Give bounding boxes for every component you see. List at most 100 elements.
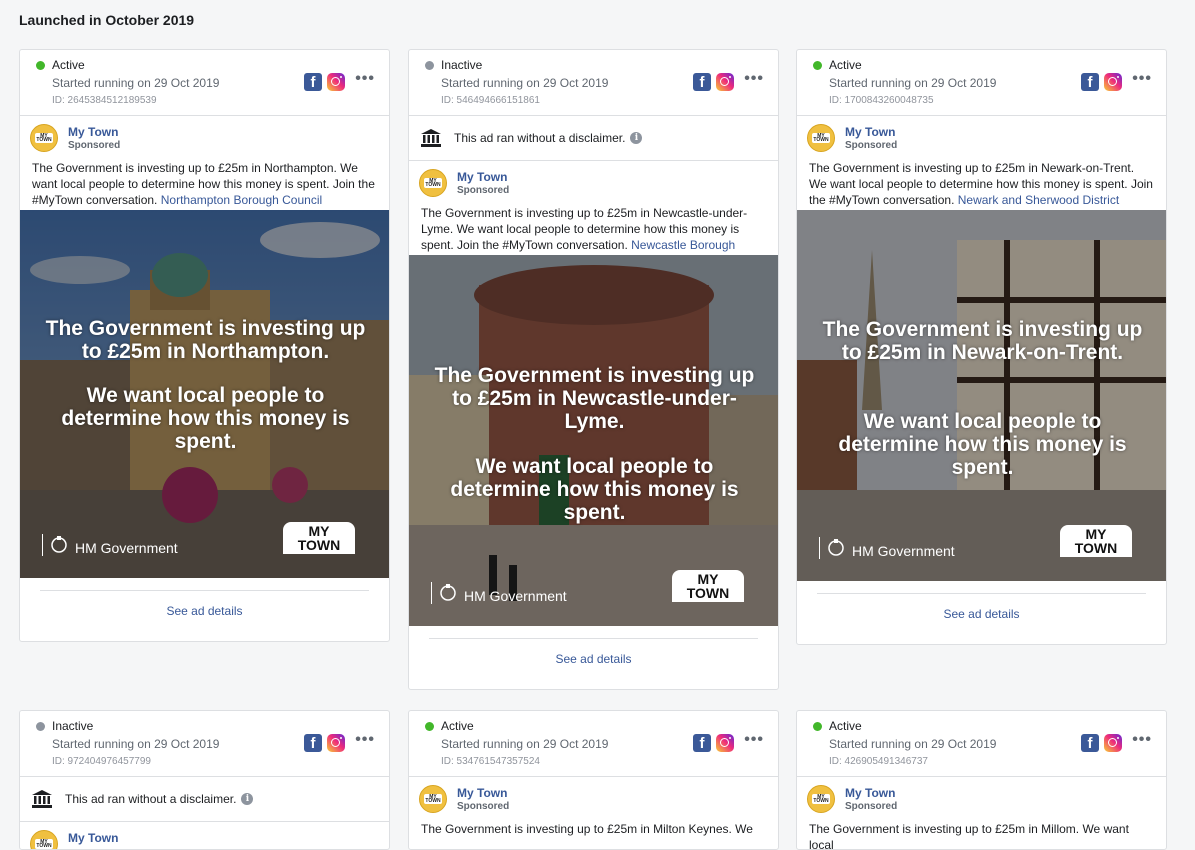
status-label: Active [52,58,85,72]
card-header: Active Started running on 29 Oct 2019 ID… [797,50,1166,116]
bank-icon [421,129,441,147]
ad-body-text: The Government is investing up to £25m i… [409,205,778,255]
started-running: Started running on 29 Oct 2019 [52,76,220,90]
facebook-icon: f [304,73,322,91]
sponsored-label: Sponsored [457,801,510,812]
status-row: Active [813,58,862,72]
page-name-link[interactable]: My Town [68,125,118,139]
more-options-icon[interactable]: ••• [744,731,764,749]
see-ad-details-link[interactable]: See ad details [20,604,389,618]
crest-icon [819,537,844,559]
sponsored-label: Sponsored [845,801,898,812]
divider [40,590,369,591]
see-ad-details-link[interactable]: See ad details [797,607,1166,621]
card-header: Active Started running on 29 Oct 2019 ID… [20,50,389,116]
avatar[interactable]: MY TOWN [807,785,835,813]
page-row: MY TOWN My Town Sponsored [797,777,1166,823]
hm-government-logo: HM Government [42,534,178,556]
ad-image[interactable]: The Government is investing up to £25m i… [409,255,778,626]
started-running: Started running on 29 Oct 2019 [441,737,609,751]
hm-government-logo: HM Government [819,537,955,559]
more-options-icon[interactable]: ••• [355,70,375,88]
info-icon[interactable]: i [630,132,643,144]
disclaimer-row: This ad ran without a disclaimer. i [20,777,389,822]
page-name-link[interactable]: My Town [457,170,507,184]
more-options-icon[interactable]: ••• [1132,731,1152,749]
status-row: Active [813,719,862,733]
ad-body-text: The Government is investing up to £25m i… [809,822,1129,850]
status-label: Active [441,719,474,733]
avatar[interactable]: MY TOWN [419,169,447,197]
avatar[interactable]: MY TOWN [419,785,447,813]
avatar[interactable]: MY TOWN [30,830,58,849]
instagram-icon [716,73,734,91]
platforms: f [304,73,345,91]
ad-overlay-headline: The Government is investing up to £25m i… [45,317,366,363]
page-name-link[interactable]: My Town [845,125,895,139]
ad-body-text: The Government is investing up to £25m i… [32,161,375,207]
section-title: Launched in October 2019 [19,12,195,28]
platforms: f [693,734,734,752]
instagram-icon [716,734,734,752]
page-name-link[interactable]: My Town [68,831,118,845]
ad-overlay-headline: The Government is investing up to £25m i… [434,364,755,433]
ad-overlay-subline: We want local people to determine how th… [61,384,350,453]
page-row: MY TOWN My Town Sponsored [797,116,1166,162]
page-name-link[interactable]: My Town [457,786,507,800]
ad-image[interactable]: The Government is investing up to £25m i… [20,210,389,578]
ad-body-text: The Government is investing up to £25m i… [421,822,753,836]
more-options-icon[interactable]: ••• [1132,70,1152,88]
ad-overlay-subline: We want local people to determine how th… [838,410,1127,479]
platforms: f [693,73,734,91]
avatar[interactable]: MY TOWN [30,124,58,152]
instagram-icon [1104,73,1122,91]
platforms: f [1081,73,1122,91]
card-footer: See ad details [797,581,1166,633]
status-row: Inactive [425,58,482,72]
status-label: Active [829,58,862,72]
status-label: Inactive [441,58,483,72]
more-options-icon[interactable]: ••• [355,731,375,749]
status-dot-active [36,60,45,70]
status-dot-active [813,721,822,731]
info-icon[interactable]: i [241,793,254,805]
sponsored-label: Sponsored [845,140,898,151]
status-dot-active [813,60,822,70]
ad-overlay-headline: The Government is investing up to £25m i… [822,318,1143,364]
status-label: Inactive [52,719,94,733]
bank-icon [32,790,52,808]
facebook-icon: f [1081,734,1099,752]
ad-image[interactable]: The Government is investing up to £25m i… [797,210,1166,581]
page-row: MY TOWN My Town [20,822,389,849]
avatar[interactable]: MY TOWN [807,124,835,152]
started-running: Started running on 29 Oct 2019 [829,76,997,90]
sponsored-label: Sponsored [68,140,121,151]
page-row: MY TOWN My Town Sponsored [409,777,778,823]
platforms: f [304,734,345,752]
ad-card: Active Started running on 29 Oct 2019 ID… [19,49,390,642]
disclaimer-text: This ad ran without a disclaimer. [65,792,237,806]
facebook-icon: f [304,734,322,752]
facebook-icon: f [1081,73,1099,91]
instagram-icon [327,73,345,91]
ad-id: ID: 546494666151861 [441,95,540,106]
page-name-link[interactable]: My Town [845,786,895,800]
ad-id: ID: 426905491346737 [829,756,928,767]
status-dot-active [425,721,434,731]
ad-overlay-subline: We want local people to determine how th… [450,455,739,524]
mytown-badge: MY TOWN [1060,525,1132,557]
ad-card: Inactive Started running on 29 Oct 2019 … [19,710,390,850]
card-footer: See ad details [20,578,389,630]
see-ad-details-link[interactable]: See ad details [409,652,778,666]
ad-id: ID: 2645384512189539 [52,95,157,106]
card-header: Active Started running on 29 Oct 2019 ID… [409,711,778,777]
instagram-icon [327,734,345,752]
mytown-badge: MY TOWN [283,522,355,554]
facebook-icon: f [693,73,711,91]
advertiser-link[interactable]: Northampton Borough Council [161,193,322,207]
disclaimer-text: This ad ran without a disclaimer. [454,131,626,145]
more-options-icon[interactable]: ••• [744,70,764,88]
ad-id: ID: 534761547357524 [441,756,540,767]
status-dot-inactive [425,60,434,70]
hm-government-logo: HM Government [431,582,567,604]
